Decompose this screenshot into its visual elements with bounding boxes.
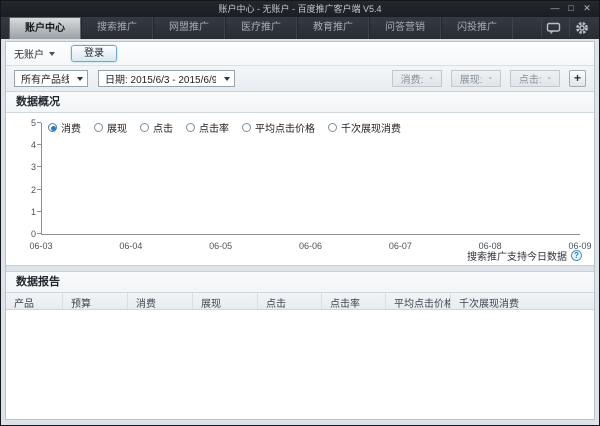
report-section-header: 数据报告 (6, 272, 594, 293)
minimize-button[interactable]: — (547, 1, 563, 17)
metric-radio-label: 展现 (107, 120, 127, 135)
window-controls: — □ ✕ (547, 1, 595, 17)
content-frame: 无账户 登录 所有产品线 日期: 2015/6/3 - 2015/6/9 消费:… (1, 39, 599, 425)
maximize-button[interactable]: □ (563, 1, 579, 17)
tab-item[interactable]: 网盟推广 (153, 17, 225, 39)
window-title: 账户中心 - 无账户 - 百度推广客户端 V5.4 (218, 4, 381, 14)
footnote-text: 搜索推广支持今日数据 (467, 248, 567, 263)
help-icon[interactable]: ? (571, 250, 582, 261)
product-line-value: 所有产品线 (21, 71, 69, 86)
x-axis-label: 06-04 (119, 241, 142, 251)
summary-badge-label: 点击: (519, 71, 542, 86)
chevron-down-icon (77, 77, 83, 81)
metric-radio[interactable]: 展现 (94, 120, 127, 135)
section-divider (6, 265, 594, 272)
app-window: 账户中心 - 无账户 - 百度推广客户端 V5.4 — □ ✕ 账户中心搜索推广… (0, 0, 600, 426)
metric-radio[interactable]: 消费 (48, 120, 81, 135)
tab-strip: 账户中心搜索推广网盟推广医疗推广教育推广问答营销闪投推广 (9, 17, 513, 39)
account-caret-icon[interactable] (49, 52, 55, 56)
product-line-dropdown[interactable]: 所有产品线 (14, 70, 88, 87)
report-table-body (6, 310, 594, 419)
report-column-header[interactable]: 点击率 (322, 293, 386, 309)
summary-badge: 点击:- (510, 70, 560, 87)
overview-title: 数据概况 (16, 96, 60, 108)
summary-badge: 消费:- (392, 70, 442, 87)
summary-badge-value: - (548, 73, 551, 84)
summary-area: 消费:-展现:-点击:- + (392, 70, 586, 87)
speech-bubble-icon (546, 22, 561, 35)
summary-badges: 消费:-展现:-点击:- (392, 70, 560, 87)
y-axis-tick: 1 (17, 207, 36, 217)
y-axis-tick: 2 (17, 185, 36, 195)
tab-item[interactable]: 账户中心 (9, 17, 81, 39)
y-axis-tick: 4 (17, 140, 36, 150)
metric-radio-group: 消费 展现 点击 点击率 平均点击价格 千次展现消费 (48, 120, 401, 135)
chart-plot-area: 012345 (41, 123, 580, 235)
content-panel: 无账户 登录 所有产品线 日期: 2015/6/3 - 2015/6/9 消费:… (5, 41, 595, 420)
account-bar: 无账户 登录 (6, 42, 594, 66)
radio-icon (242, 123, 251, 132)
title-bar: 账户中心 - 无账户 - 百度推广客户端 V5.4 — □ ✕ (1, 1, 599, 17)
report-column-header[interactable]: 预算 (63, 293, 128, 309)
metric-radio-label: 平均点击价格 (255, 120, 315, 135)
y-axis-tick: 5 (17, 118, 36, 128)
metric-radio-label: 点击 (153, 120, 173, 135)
x-axis-label: 06-03 (29, 241, 52, 251)
close-button[interactable]: ✕ (579, 1, 595, 17)
report-column-header[interactable]: 平均点击价格 (386, 293, 451, 309)
y-axis-tick: 0 (17, 229, 36, 239)
chart-footnote: 搜索推广支持今日数据 ? (467, 248, 582, 263)
metric-radio[interactable]: 平均点击价格 (242, 120, 315, 135)
chevron-down-icon (224, 77, 230, 81)
tab-item[interactable]: 问答营销 (369, 17, 441, 39)
add-metric-button[interactable]: + (569, 70, 586, 87)
report-column-header[interactable]: 千次展现消费 (451, 293, 594, 309)
date-range-value: 日期: 2015/6/3 - 2015/6/9 (105, 71, 216, 86)
metric-radio[interactable]: 点击率 (186, 120, 229, 135)
summary-badge-label: 展现: (460, 71, 483, 86)
x-axis-label: 06-07 (389, 241, 412, 251)
tab-item[interactable]: 搜索推广 (81, 17, 153, 39)
x-axis-label: 06-05 (209, 241, 232, 251)
gear-icon (575, 21, 589, 35)
summary-badge: 展现:- (451, 70, 501, 87)
settings-button[interactable] (569, 19, 593, 37)
date-range-dropdown[interactable]: 日期: 2015/6/3 - 2015/6/9 (98, 70, 235, 87)
report-column-header[interactable]: 产品 (6, 293, 63, 309)
report-table-header: 产品预算消费展现点击点击率平均点击价格千次展现消费 (6, 293, 594, 310)
y-axis-tick: 3 (17, 162, 36, 172)
report-column-header[interactable]: 消费 (128, 293, 193, 309)
login-button[interactable]: 登录 (71, 45, 117, 62)
tab-item[interactable]: 闪投推广 (441, 17, 513, 39)
metric-radio-label: 点击率 (199, 120, 229, 135)
tab-item[interactable]: 教育推广 (297, 17, 369, 39)
overview-chart: 012345 06-0306-0406-0506-0606-0706-0806-… (6, 113, 594, 265)
metric-radio-label: 消费 (61, 120, 81, 135)
metric-radio[interactable]: 点击 (140, 120, 173, 135)
radio-icon (186, 123, 195, 132)
overview-section-header: 数据概况 (6, 92, 594, 113)
radio-icon (94, 123, 103, 132)
tab-bar-icons (541, 17, 593, 39)
metric-radio[interactable]: 千次展现消费 (328, 120, 401, 135)
summary-badge-value: - (489, 73, 492, 84)
metric-radio-label: 千次展现消费 (341, 120, 401, 135)
tab-bar: 账户中心搜索推广网盟推广医疗推广教育推广问答营销闪投推广 (1, 17, 599, 39)
message-button[interactable] (541, 19, 565, 37)
summary-badge-value: - (429, 73, 432, 84)
report-column-header[interactable]: 展现 (193, 293, 258, 309)
report-column-header[interactable]: 点击 (258, 293, 322, 309)
filter-toolbar: 所有产品线 日期: 2015/6/3 - 2015/6/9 消费:-展现:-点击… (6, 66, 594, 92)
radio-icon (328, 123, 337, 132)
summary-badge-label: 消费: (401, 71, 424, 86)
radio-icon (140, 123, 149, 132)
account-name[interactable]: 无账户 (14, 46, 44, 61)
radio-icon (48, 123, 57, 132)
x-axis-label: 06-06 (299, 241, 322, 251)
tab-item[interactable]: 医疗推广 (225, 17, 297, 39)
report-title: 数据报告 (16, 276, 60, 288)
